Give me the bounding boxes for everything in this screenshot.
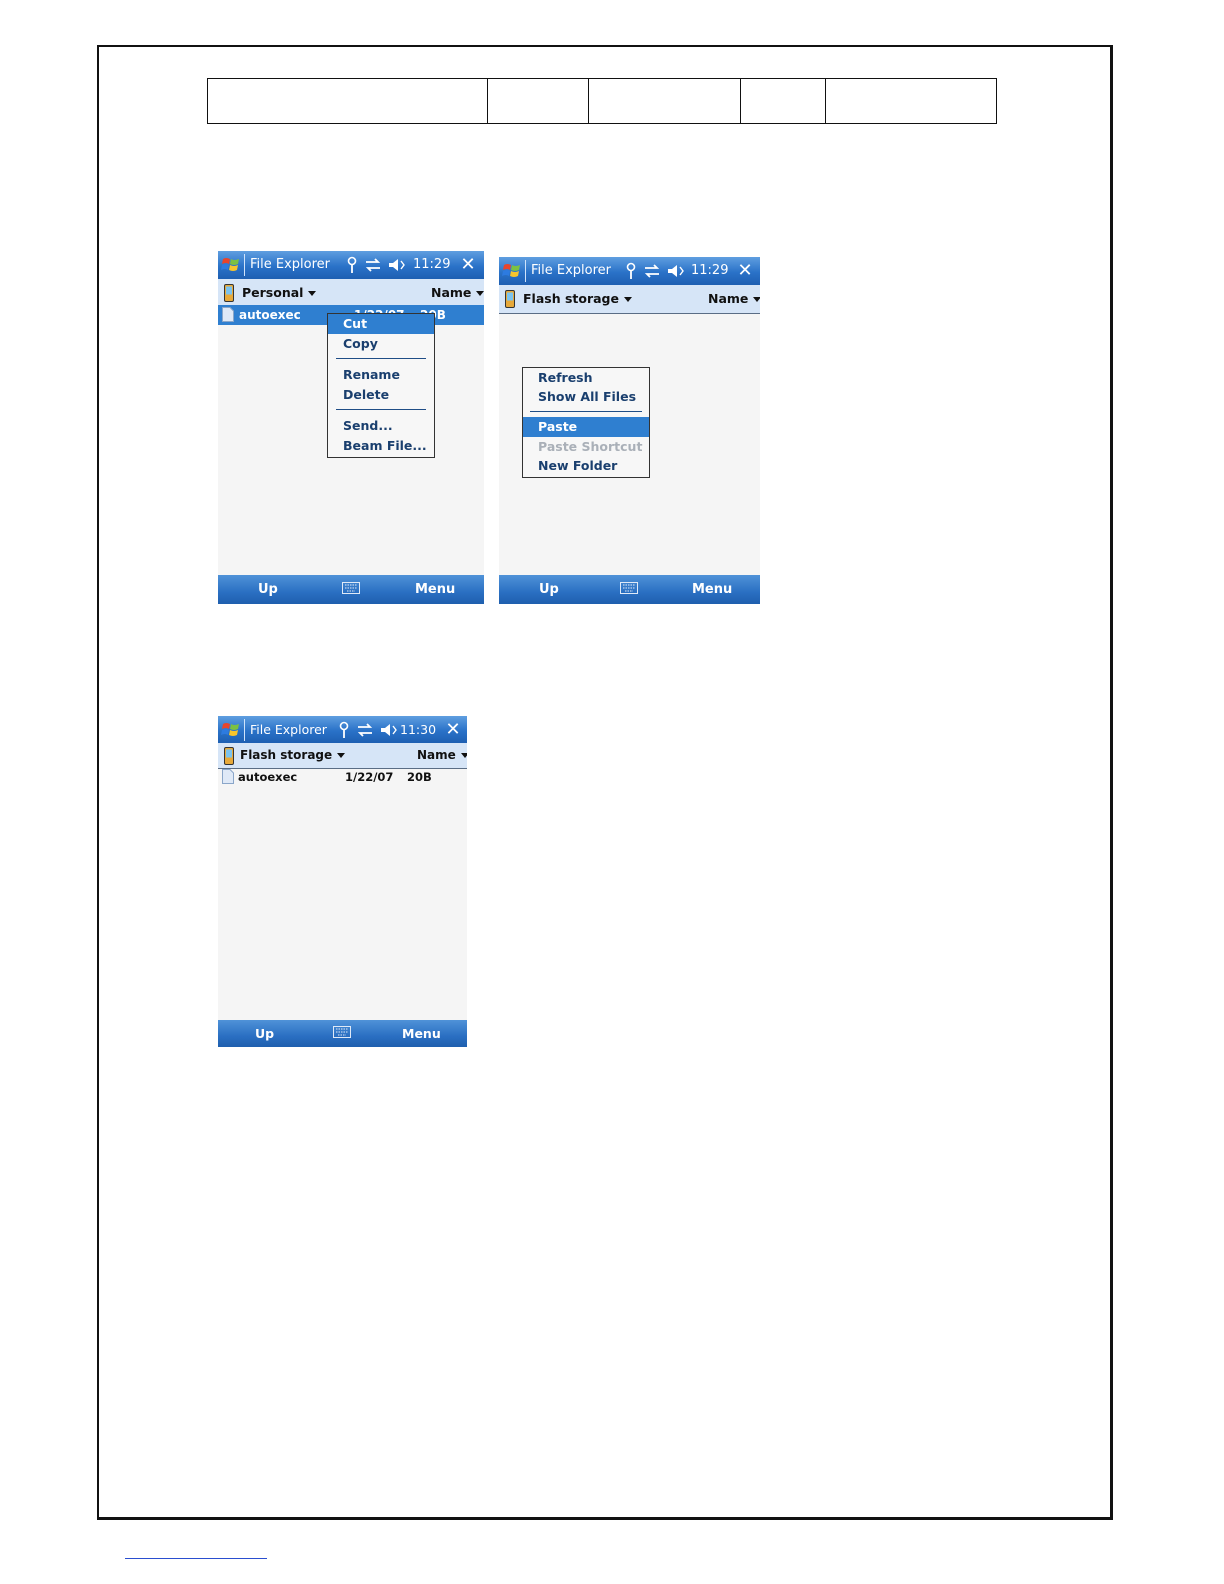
keyboard-icon[interactable] bbox=[333, 1026, 351, 1038]
header-cell bbox=[740, 78, 826, 124]
title-bar: File Explorer 11:29 ✕ bbox=[218, 251, 484, 279]
sort-label: Name bbox=[417, 748, 456, 762]
sort-dropdown[interactable]: Name bbox=[417, 748, 467, 762]
chevron-down-icon bbox=[476, 291, 484, 296]
screenshot-flash-storage-file-list: File Explorer 11:30 ✕ Flash storage Name bbox=[218, 716, 467, 1047]
windows-start-icon[interactable] bbox=[221, 720, 241, 740]
device-icon bbox=[224, 284, 234, 302]
signal-icon[interactable] bbox=[338, 721, 350, 739]
chevron-down-icon bbox=[623, 297, 632, 302]
connectivity-icon[interactable] bbox=[356, 722, 374, 738]
footer-link-underline bbox=[125, 1558, 267, 1559]
title-separator bbox=[244, 719, 245, 741]
windows-start-icon[interactable] bbox=[221, 255, 241, 275]
softkey-bar: Up Menu bbox=[218, 575, 484, 604]
folder-dropdown[interactable]: Personal bbox=[242, 285, 317, 300]
connectivity-icon[interactable] bbox=[643, 263, 661, 279]
sort-label: Name bbox=[708, 291, 749, 306]
header-table bbox=[207, 78, 997, 124]
status-icons bbox=[625, 261, 685, 281]
list-item[interactable]: autoexec 1/22/07 20B bbox=[218, 767, 467, 787]
signal-icon[interactable] bbox=[625, 262, 637, 280]
context-menu: Cut Copy Rename Delete Send... Beam File… bbox=[327, 313, 435, 458]
softkey-bar: Up Menu bbox=[218, 1020, 467, 1047]
softkey-bar: Up Menu bbox=[499, 575, 760, 604]
header-cell bbox=[207, 78, 488, 124]
menu-item-rename[interactable]: Rename bbox=[328, 365, 434, 385]
app-title: File Explorer bbox=[531, 263, 612, 278]
file-icon bbox=[222, 769, 234, 784]
menu-item-send[interactable]: Send... bbox=[328, 416, 434, 436]
sort-dropdown[interactable]: Name bbox=[708, 291, 760, 306]
path-bar: Flash storage Name bbox=[218, 743, 467, 769]
chevron-down-icon bbox=[337, 753, 346, 758]
header-cell bbox=[487, 78, 589, 124]
folder-label: Flash storage bbox=[240, 748, 333, 762]
context-menu: Refresh Show All Files Paste Paste Short… bbox=[522, 367, 650, 478]
menu-item-show-all-files[interactable]: Show All Files bbox=[523, 387, 649, 407]
menu-divider bbox=[530, 411, 642, 412]
device-icon bbox=[505, 290, 515, 308]
speaker-icon[interactable] bbox=[388, 257, 406, 273]
app-title: File Explorer bbox=[250, 257, 331, 272]
menu-softkey[interactable]: Menu bbox=[692, 582, 732, 597]
folder-dropdown[interactable]: Flash storage bbox=[523, 291, 632, 306]
speaker-icon[interactable] bbox=[667, 263, 685, 279]
clock[interactable]: 11:29 bbox=[691, 263, 728, 278]
app-title: File Explorer bbox=[250, 722, 327, 737]
keyboard-icon[interactable] bbox=[620, 582, 638, 594]
chevron-down-icon bbox=[753, 297, 760, 302]
up-softkey[interactable]: Up bbox=[258, 582, 278, 597]
menu-divider bbox=[336, 358, 426, 359]
close-icon[interactable]: ✕ bbox=[443, 720, 463, 740]
file-name: autoexec bbox=[239, 308, 301, 322]
title-separator bbox=[525, 260, 526, 282]
path-bar: Flash storage Name bbox=[499, 285, 760, 314]
title-bar: File Explorer 11:29 ✕ bbox=[499, 257, 760, 285]
keyboard-icon[interactable] bbox=[342, 582, 360, 594]
menu-item-delete[interactable]: Delete bbox=[328, 385, 434, 405]
screenshot-personal-context-menu: File Explorer 11:29 ✕ Personal Name auto… bbox=[218, 251, 484, 604]
header-cell bbox=[825, 78, 997, 124]
chevron-down-icon bbox=[308, 291, 317, 296]
windows-start-icon[interactable] bbox=[502, 261, 522, 281]
speaker-icon[interactable] bbox=[380, 722, 398, 738]
file-size: 20B bbox=[407, 770, 432, 784]
menu-item-beam-file[interactable]: Beam File... bbox=[328, 436, 434, 456]
menu-item-refresh[interactable]: Refresh bbox=[523, 368, 649, 388]
title-bar: File Explorer 11:30 ✕ bbox=[218, 716, 467, 743]
menu-item-paste[interactable]: Paste bbox=[523, 417, 649, 437]
folder-label: Flash storage bbox=[523, 291, 619, 306]
up-softkey[interactable]: Up bbox=[539, 582, 559, 597]
chevron-down-icon bbox=[460, 753, 467, 758]
folder-dropdown[interactable]: Flash storage bbox=[240, 748, 346, 762]
menu-item-new-folder[interactable]: New Folder bbox=[523, 456, 649, 476]
title-separator bbox=[244, 254, 245, 276]
menu-item-copy[interactable]: Copy bbox=[328, 334, 434, 354]
file-name: autoexec bbox=[238, 770, 298, 784]
file-icon bbox=[222, 307, 234, 322]
sort-dropdown[interactable]: Name bbox=[431, 285, 484, 300]
sort-label: Name bbox=[431, 285, 472, 300]
path-bar: Personal Name bbox=[218, 279, 484, 308]
clock[interactable]: 11:29 bbox=[413, 257, 450, 272]
device-icon bbox=[224, 747, 234, 765]
menu-divider bbox=[336, 409, 426, 410]
file-date: 1/22/07 bbox=[345, 770, 394, 784]
signal-icon[interactable] bbox=[346, 256, 358, 274]
menu-softkey[interactable]: Menu bbox=[415, 582, 455, 597]
close-icon[interactable]: ✕ bbox=[735, 261, 755, 281]
status-icons bbox=[346, 255, 406, 275]
menu-item-cut[interactable]: Cut bbox=[328, 314, 434, 334]
connectivity-icon[interactable] bbox=[364, 257, 382, 273]
clock[interactable]: 11:30 bbox=[400, 722, 436, 737]
menu-item-paste-shortcut: Paste Shortcut bbox=[538, 439, 643, 454]
header-cell bbox=[588, 78, 741, 124]
up-softkey[interactable]: Up bbox=[255, 1026, 274, 1041]
menu-softkey[interactable]: Menu bbox=[402, 1026, 441, 1041]
screenshot-flash-storage-paste-menu: File Explorer 11:29 ✕ Flash storage Name… bbox=[499, 257, 760, 604]
close-icon[interactable]: ✕ bbox=[458, 255, 478, 275]
status-icons bbox=[338, 720, 398, 740]
folder-label: Personal bbox=[242, 285, 304, 300]
